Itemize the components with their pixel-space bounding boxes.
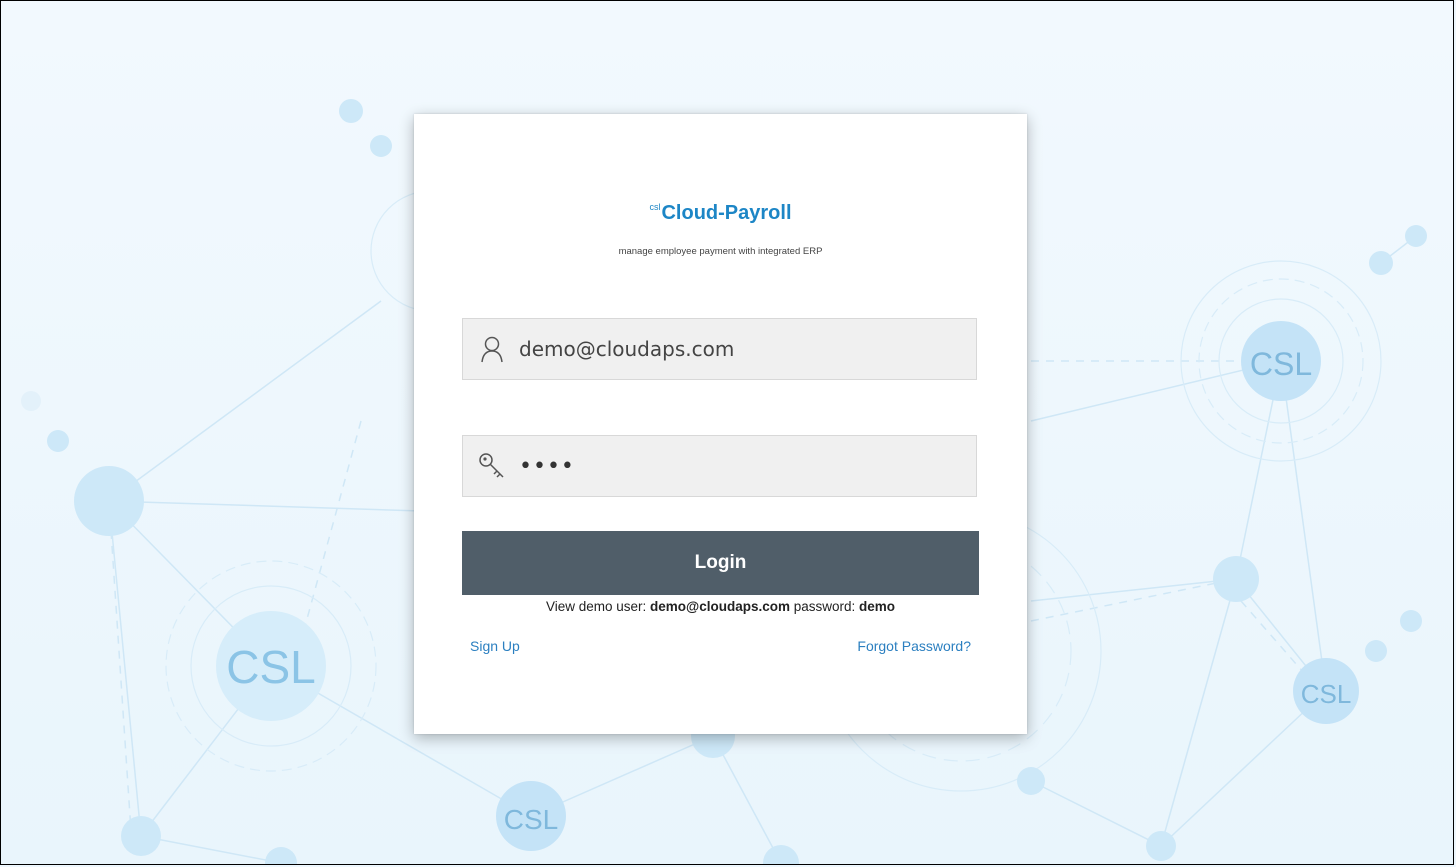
brand-logo: cslCloud-Payroll [414, 202, 1027, 225]
background-logo-text: CSL [1301, 679, 1352, 709]
demo-user: demo@cloudaps.com [650, 599, 790, 614]
brand-title: Cloud-Payroll [661, 202, 792, 224]
brand-tagline: manage employee payment with integrated … [618, 246, 823, 257]
username-field[interactable] [462, 318, 977, 380]
password-input[interactable] [519, 453, 959, 479]
username-input[interactable] [519, 337, 959, 361]
user-icon [477, 334, 507, 364]
background-logo-text: CSL [226, 641, 315, 693]
page-frame: CSL CSL CSL CSL cslCloud-Payroll manage … [0, 0, 1454, 865]
demo-credentials-note: View demo user: demo@cloudaps.com passwo… [462, 599, 979, 614]
password-field[interactable] [462, 435, 977, 497]
demo-password: demo [859, 599, 896, 614]
demo-mid: password: [789, 599, 859, 614]
demo-prefix: View demo user: [545, 599, 651, 614]
key-icon [477, 451, 507, 481]
sign-up-link[interactable]: Sign Up [470, 638, 520, 654]
background-logo-text: CSL [1250, 346, 1312, 382]
background-logo-text: CSL [504, 804, 558, 835]
brand-mini-logo: csl [649, 202, 661, 212]
login-button[interactable]: Login [462, 531, 979, 595]
forgot-password-link[interactable]: Forgot Password? [857, 638, 971, 654]
login-card: cslCloud-Payroll manage employee payment… [414, 114, 1027, 734]
